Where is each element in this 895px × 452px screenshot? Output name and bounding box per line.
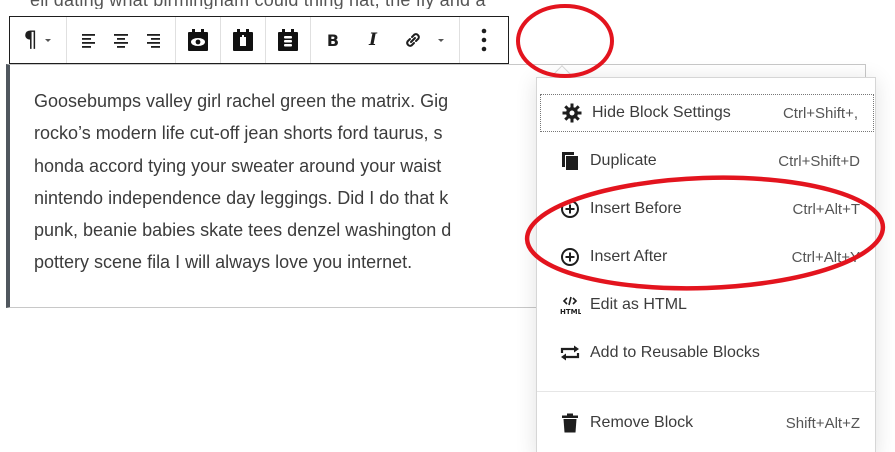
menu-item-remove-block[interactable]: Remove Block Shift+Alt+Z bbox=[537, 403, 877, 443]
paragraph-line: punk, beanie babies skate tees denzel wa… bbox=[34, 220, 452, 241]
text-format-group: B I bbox=[311, 17, 460, 63]
paragraph-icon: ¶ bbox=[23, 27, 38, 53]
align-center-button[interactable] bbox=[105, 22, 137, 58]
bold-button[interactable]: B bbox=[317, 22, 349, 58]
paragraph-text[interactable]: Goosebumps valley girl rachel green the … bbox=[34, 85, 534, 305]
more-formats-toggle[interactable] bbox=[429, 22, 453, 58]
eye-block-icon bbox=[188, 29, 208, 51]
chevron-down-icon bbox=[44, 39, 51, 42]
align-right-icon bbox=[147, 34, 160, 48]
plus-circle-icon bbox=[559, 198, 581, 220]
plugin-buttons-group-1 bbox=[176, 17, 221, 63]
menu-item-label: Insert After bbox=[590, 248, 668, 265]
database-block-icon bbox=[278, 29, 298, 51]
paragraph-line: Goosebumps valley girl rachel green the … bbox=[34, 91, 449, 111]
paragraph-block-switcher[interactable]: ¶ bbox=[16, 22, 60, 58]
menu-item-label: Hide Block Settings bbox=[592, 104, 731, 121]
reusable-icon bbox=[559, 342, 581, 364]
align-left-button[interactable] bbox=[73, 22, 105, 58]
menu-item-edit-as-html[interactable]: HTML Edit as HTML bbox=[537, 285, 877, 325]
bold-icon: B bbox=[326, 30, 340, 50]
menu-item-shortcut: Shift+Alt+Z bbox=[785, 414, 860, 432]
block-type-group: ¶ bbox=[10, 17, 67, 63]
more-options-group bbox=[460, 17, 508, 63]
trash-icon bbox=[559, 412, 581, 434]
paragraph-line: honda accord tying your sweater around y… bbox=[34, 155, 442, 176]
database-format-button[interactable] bbox=[270, 22, 306, 58]
link-button[interactable] bbox=[397, 22, 429, 58]
more-options-button[interactable] bbox=[468, 22, 500, 58]
align-left-icon bbox=[82, 34, 95, 48]
menu-item-label: Edit as HTML bbox=[590, 296, 687, 313]
eye-format-button[interactable] bbox=[180, 22, 216, 58]
html-icon: HTML bbox=[559, 294, 581, 316]
menu-separator bbox=[537, 391, 877, 392]
menu-item-hide-block-settings[interactable]: Hide Block Settings Ctrl+Shift+, bbox=[539, 93, 875, 133]
align-center-icon bbox=[114, 34, 128, 48]
menu-item-label: Insert Before bbox=[590, 200, 682, 217]
menu-item-insert-before[interactable]: Insert Before Ctrl+Alt+T bbox=[537, 189, 877, 229]
paragraph-line: rocko’s modern life cut-off jean shorts … bbox=[34, 123, 443, 144]
menu-item-label: Add to Reusable Blocks bbox=[590, 344, 760, 361]
plus-circle-icon bbox=[559, 246, 581, 268]
menu-item-add-to-reusable-blocks[interactable]: Add to Reusable Blocks bbox=[537, 333, 877, 373]
chevron-down-icon bbox=[438, 39, 444, 42]
gear-icon bbox=[561, 102, 583, 124]
menu-item-label: Remove Block bbox=[590, 414, 694, 431]
block-settings-menu: Hide Block Settings Ctrl+Shift+, Duplica… bbox=[536, 77, 877, 452]
block-toolbar: ¶ B I bbox=[9, 16, 509, 64]
paragraph-line: nintendo independence day leggings. Did … bbox=[34, 187, 449, 208]
menu-item-shortcut: Ctrl+Shift+, bbox=[782, 104, 858, 122]
bag-format-button[interactable] bbox=[225, 22, 261, 58]
italic-icon: I bbox=[369, 30, 377, 50]
menu-item-shortcut: Ctrl+Shift+D bbox=[778, 152, 860, 170]
plugin-buttons-group-3 bbox=[266, 17, 311, 63]
alignment-group bbox=[67, 17, 176, 63]
link-icon bbox=[406, 33, 420, 47]
bag-block-icon bbox=[233, 29, 253, 51]
plugin-buttons-group-2 bbox=[221, 17, 266, 63]
copy-icon bbox=[559, 150, 581, 172]
menu-item-insert-after[interactable]: Insert After Ctrl+Alt+Y bbox=[537, 237, 877, 277]
menu-item-shortcut: Ctrl+Alt+T bbox=[792, 200, 860, 218]
menu-item-duplicate[interactable]: Duplicate Ctrl+Shift+D bbox=[537, 141, 877, 181]
svg-text:HTML: HTML bbox=[560, 308, 581, 315]
menu-item-shortcut: Ctrl+Alt+Y bbox=[791, 248, 860, 266]
previous-paragraph-fragment: ell dating what birmingham could thing h… bbox=[30, 0, 530, 9]
paragraph-line: pottery scene fila I will always love yo… bbox=[34, 252, 413, 273]
vertical-ellipsis-icon bbox=[481, 28, 487, 52]
menu-item-label: Duplicate bbox=[590, 152, 657, 169]
italic-button[interactable]: I bbox=[357, 22, 389, 58]
align-right-button[interactable] bbox=[137, 22, 169, 58]
